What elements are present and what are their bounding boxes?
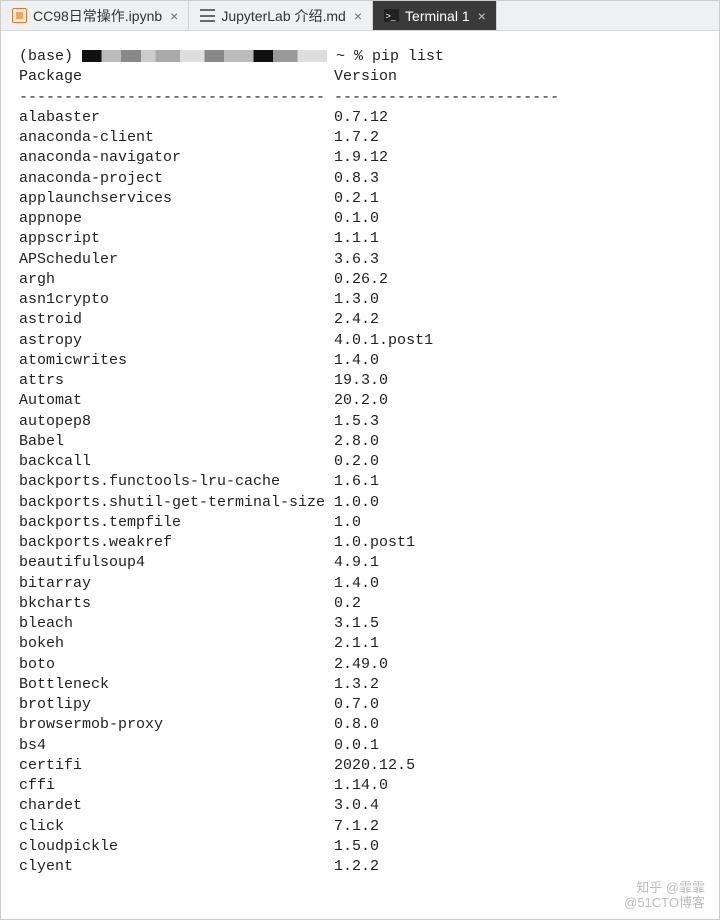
terminal-panel: (base) ~ % pip listPackage Version------… — [1, 31, 719, 919]
redacted-host — [82, 50, 327, 62]
pip-row: autopep8 1.5.3 — [19, 412, 705, 432]
pip-row: bleach 3.1.5 — [19, 614, 705, 634]
pip-row: argh 0.26.2 — [19, 270, 705, 290]
pip-row: attrs 19.3.0 — [19, 371, 705, 391]
pip-row: bs4 0.0.1 — [19, 736, 705, 756]
pip-row: clyent 1.2.2 — [19, 857, 705, 877]
notebook-icon — [11, 8, 27, 24]
pip-row: appscript 1.1.1 — [19, 229, 705, 249]
pip-row: astroid 2.4.2 — [19, 310, 705, 330]
pip-row: backports.shutil-get-terminal-size 1.0.0 — [19, 493, 705, 513]
pip-row: bkcharts 0.2 — [19, 594, 705, 614]
tab-label: Terminal 1 — [405, 8, 470, 24]
command-text: pip list — [372, 48, 444, 65]
pip-separator: ---------------------------------- -----… — [19, 88, 705, 108]
tab-label: JupyterLab 介绍.md — [221, 6, 346, 26]
pip-row: click 7.1.2 — [19, 817, 705, 837]
pip-row: brotlipy 0.7.0 — [19, 695, 705, 715]
pip-row: appnope 0.1.0 — [19, 209, 705, 229]
close-icon[interactable]: × — [352, 8, 364, 24]
pip-row: anaconda-project 0.8.3 — [19, 169, 705, 189]
pip-row: bokeh 2.1.1 — [19, 634, 705, 654]
pip-row: chardet 3.0.4 — [19, 796, 705, 816]
pip-row: atomicwrites 1.4.0 — [19, 351, 705, 371]
pip-row: anaconda-navigator 1.9.12 — [19, 148, 705, 168]
pip-row: backports.weakref 1.0.post1 — [19, 533, 705, 553]
tab-2[interactable]: >_ Terminal 1 × — [373, 1, 497, 30]
tab-1[interactable]: JupyterLab 介绍.md × — [189, 1, 373, 30]
close-icon[interactable]: × — [168, 8, 180, 24]
pip-row: cloudpickle 1.5.0 — [19, 837, 705, 857]
pip-row: cffi 1.14.0 — [19, 776, 705, 796]
prompt-symbol: ~ % — [327, 48, 372, 65]
markdown-icon — [199, 8, 215, 24]
pip-row: Babel 2.8.0 — [19, 432, 705, 452]
pip-row: Automat 20.2.0 — [19, 391, 705, 411]
prompt-env: (base) — [19, 48, 82, 65]
pip-row: anaconda-client 1.7.2 — [19, 128, 705, 148]
tab-bar: CC98日常操作.ipynb × JupyterLab 介绍.md × >_ Termin… — [1, 1, 719, 31]
pip-row: beautifulsoup4 4.9.1 — [19, 553, 705, 573]
pip-row: asn1crypto 1.3.0 — [19, 290, 705, 310]
tab-0[interactable]: CC98日常操作.ipynb × — [1, 1, 189, 30]
pip-row: boto 2.49.0 — [19, 655, 705, 675]
pip-row: backcall 0.2.0 — [19, 452, 705, 472]
tab-label: CC98日常操作.ipynb — [33, 6, 162, 26]
pip-row: backports.tempfile 1.0 — [19, 513, 705, 533]
close-icon[interactable]: × — [476, 8, 488, 24]
pip-row: browsermob-proxy 0.8.0 — [19, 715, 705, 735]
pip-row: backports.functools-lru-cache 1.6.1 — [19, 472, 705, 492]
pip-row: astropy 4.0.1.post1 — [19, 331, 705, 351]
pip-row: applaunchservices 0.2.1 — [19, 189, 705, 209]
pip-row: certifi 2020.12.5 — [19, 756, 705, 776]
pip-row: bitarray 1.4.0 — [19, 574, 705, 594]
terminal-icon: >_ — [383, 8, 399, 24]
prompt-line: (base) ~ % pip list — [19, 47, 705, 67]
pip-row: APScheduler 3.6.3 — [19, 250, 705, 270]
pip-header: Package Version — [19, 67, 705, 87]
terminal-output[interactable]: (base) ~ % pip listPackage Version------… — [1, 31, 719, 919]
pip-row: Bottleneck 1.3.2 — [19, 675, 705, 695]
pip-row: alabaster 0.7.12 — [19, 108, 705, 128]
